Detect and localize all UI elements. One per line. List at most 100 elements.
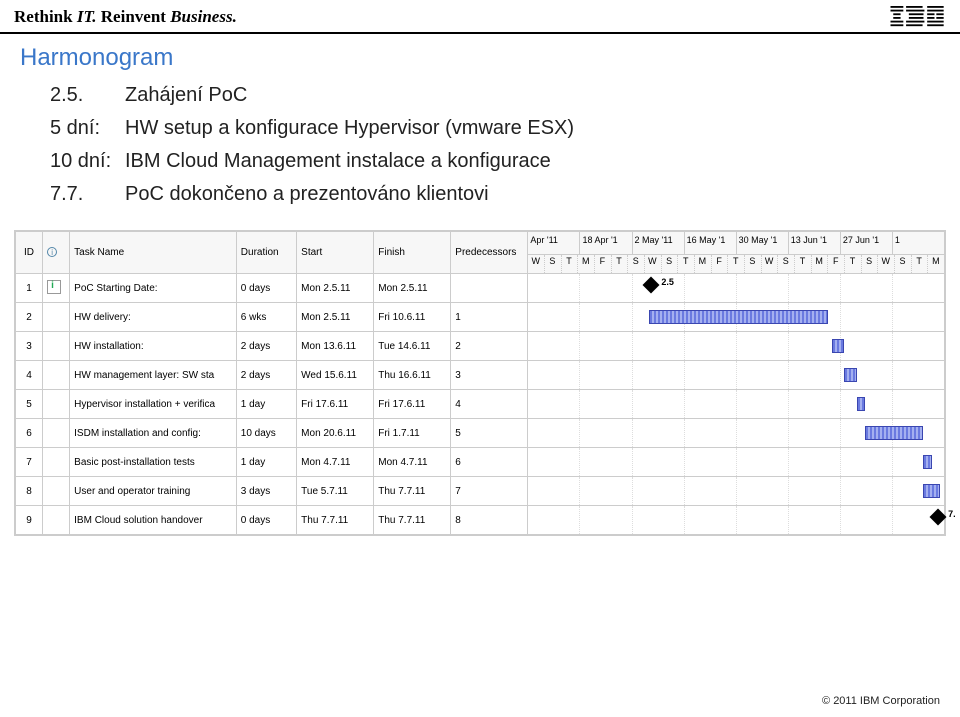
bar-area (528, 477, 944, 505)
table-row: 7Basic post-installation tests1 dayMon 4… (16, 448, 945, 477)
slogan-word-2: IT. (77, 7, 97, 26)
cell-finish: Fri 1.7.11 (374, 419, 451, 448)
cell-task-name: ISDM installation and config: (70, 419, 237, 448)
gantt-bar (844, 368, 856, 382)
slogan-word-3: Reinvent (101, 7, 166, 26)
timeline-month-label: 30 May '1 (736, 232, 788, 254)
timeline-day-label: T (561, 255, 578, 273)
timeline-day-label: S (777, 255, 794, 273)
slogan-word-1: Rethink (14, 7, 73, 26)
bullet-text: PoC dokončeno a prezentováno klientovi (125, 183, 930, 206)
col-timeline: Apr '1118 Apr '12 May '1116 May '130 May… (528, 232, 945, 255)
cell-duration: 1 day (236, 448, 296, 477)
timeline-day-label: S (661, 255, 678, 273)
bullet-label: 2.5. (50, 84, 125, 107)
bullet-text: HW setup a konfigurace Hypervisor (vmwar… (125, 117, 930, 140)
cell-start: Mon 2.5.11 (297, 303, 374, 332)
cell-chart (528, 419, 945, 448)
cell-duration: 1 day (236, 390, 296, 419)
cell-chart (528, 361, 945, 390)
cell-chart: 7. (528, 506, 945, 535)
cell-chart (528, 332, 945, 361)
table-row: 6ISDM installation and config:10 daysMon… (16, 419, 945, 448)
gantt-bar (923, 455, 931, 469)
cell-task-name: HW delivery: (70, 303, 237, 332)
timeline-day-label: S (544, 255, 561, 273)
cell-duration: 6 wks (236, 303, 296, 332)
gantt-bar (923, 484, 940, 498)
cell-id: 7 (16, 448, 43, 477)
cell-task-name: PoC Starting Date: (70, 274, 237, 303)
timeline-day-label: M (577, 255, 594, 273)
cell-task-name: HW installation: (70, 332, 237, 361)
timeline-day-label: F (711, 255, 728, 273)
col-indicator: i (43, 232, 70, 274)
gantt-chart: ID i Task Name Duration Start Finish Pre… (14, 230, 946, 536)
cell-duration: 2 days (236, 361, 296, 390)
slogan: Rethink IT. Reinvent Business. (14, 7, 237, 27)
milestone-label: 2.5 (661, 277, 674, 287)
cell-chart: 2.5 (528, 274, 945, 303)
cell-indicator (43, 419, 70, 448)
timeline-day-label: S (627, 255, 644, 273)
cell-id: 4 (16, 361, 43, 390)
milestone-label: 7. (948, 509, 956, 519)
timeline-month-label: 16 May '1 (684, 232, 736, 254)
cell-start: Tue 5.7.11 (297, 477, 374, 506)
cell-predecessors (451, 274, 528, 303)
cell-predecessors: 2 (451, 332, 528, 361)
cell-predecessors: 6 (451, 448, 528, 477)
bar-area (528, 448, 944, 476)
timeline-day-label: M (927, 255, 944, 273)
cell-start: Mon 20.6.11 (297, 419, 374, 448)
timeline-month-label: Apr '11 (528, 232, 579, 254)
cell-duration: 2 days (236, 332, 296, 361)
bullet-row: 7.7. PoC dokončeno a prezentováno klient… (50, 183, 930, 206)
cell-chart (528, 303, 945, 332)
timeline-month-label: 2 May '11 (632, 232, 684, 254)
cell-duration: 3 days (236, 477, 296, 506)
gantt-body: 1PoC Starting Date:0 daysMon 2.5.11Mon 2… (16, 274, 945, 535)
top-bar: Rethink IT. Reinvent Business. (0, 0, 960, 34)
footer-copyright: © 2011 IBM Corporation (822, 695, 940, 707)
timeline-day-label: S (861, 255, 878, 273)
cell-start: Wed 15.6.11 (297, 361, 374, 390)
table-row: 5Hypervisor installation + verifica1 day… (16, 390, 945, 419)
cell-id: 1 (16, 274, 43, 303)
timeline-day-label: T (677, 255, 694, 273)
cell-indicator (43, 332, 70, 361)
timeline-month-label: 1 (892, 232, 944, 254)
timeline-day-label: W (761, 255, 778, 273)
bar-area (528, 390, 944, 418)
timeline-day-label: S (744, 255, 761, 273)
bullet-row: 10 dní: IBM Cloud Management instalace a… (50, 150, 930, 173)
timeline-day-label: M (811, 255, 828, 273)
col-predecessors: Predecessors (451, 232, 528, 274)
col-start: Start (297, 232, 374, 274)
cell-task-name: User and operator training (70, 477, 237, 506)
cell-id: 9 (16, 506, 43, 535)
cell-task-name: IBM Cloud solution handover (70, 506, 237, 535)
timeline-months: Apr '1118 Apr '12 May '1116 May '130 May… (528, 232, 944, 254)
cell-id: 8 (16, 477, 43, 506)
cell-predecessors: 7 (451, 477, 528, 506)
timeline-day-label: T (911, 255, 928, 273)
timeline-day-label: T (727, 255, 744, 273)
bullet-row: 2.5. Zahájení PoC (50, 84, 930, 107)
col-task-name: Task Name (70, 232, 237, 274)
cell-start: Mon 4.7.11 (297, 448, 374, 477)
timeline-day-label: W (528, 255, 544, 273)
cell-finish: Mon 4.7.11 (374, 448, 451, 477)
cell-chart (528, 477, 945, 506)
gantt-bar (857, 397, 865, 411)
bullet-label: 10 dní: (50, 150, 125, 173)
bullet-label: 7.7. (50, 183, 125, 206)
timeline-day-label: S (894, 255, 911, 273)
table-row: 4HW management layer: SW sta2 daysWed 15… (16, 361, 945, 390)
cell-finish: Mon 2.5.11 (374, 274, 451, 303)
col-id: ID (16, 232, 43, 274)
bar-area: 7. (528, 506, 944, 534)
ibm-logo-icon (890, 6, 946, 28)
bar-area (528, 419, 944, 447)
gantt-bar (865, 426, 923, 440)
